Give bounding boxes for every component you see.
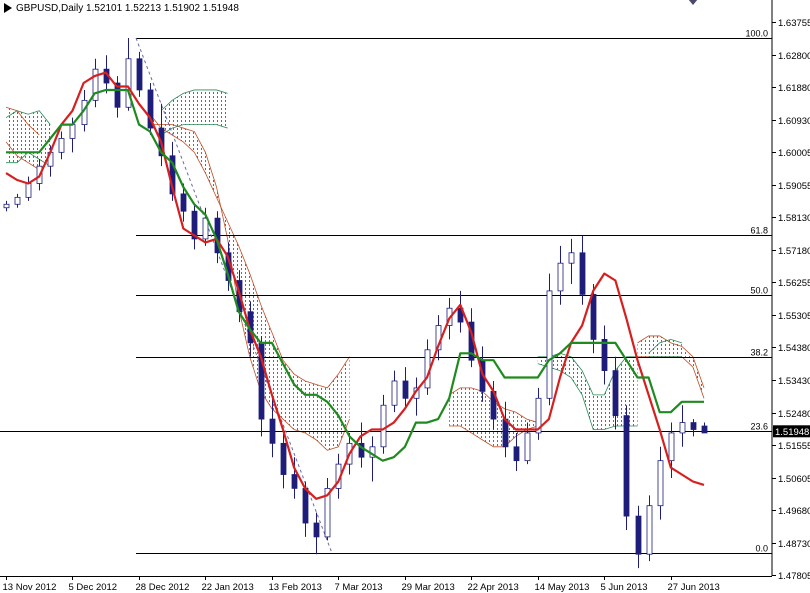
y-tick-label: 1.59055	[778, 181, 810, 192]
fib-level-label: 100.0	[745, 29, 768, 39]
candle-body-up	[25, 183, 32, 198]
x-tick-label: 14 May 2013	[535, 582, 590, 593]
candle-body-up	[646, 505, 653, 555]
fib-level-label: 0.0	[755, 544, 768, 554]
x-tick-label: 29 Mar 2013	[402, 582, 455, 593]
candle-body-up	[524, 432, 531, 462]
x-tick-label: 7 Mar 2013	[335, 582, 383, 593]
candle	[136, 51, 143, 97]
fib-level-label: 50.0	[750, 286, 768, 296]
candle-body-down	[280, 442, 287, 475]
candle-body-down	[269, 418, 276, 444]
y-tick-label: 1.63755	[778, 18, 810, 29]
current-price-label: 1.51948	[775, 427, 809, 438]
price-chart[interactable]: 100.0 61.8 50.0 38.2 23.6 0.0 1.63755 1.62800 1…	[0, 0, 810, 593]
y-tick-label: 1.60005	[778, 148, 810, 159]
candle-body-down	[502, 418, 509, 448]
candle-body-down	[513, 446, 520, 462]
x-tick-label: 13 Nov 2012	[3, 582, 57, 593]
candle-body-down	[579, 252, 586, 295]
x-tick-label: 27 Jun 2013	[668, 582, 720, 593]
y-tick-label: 1.49680	[778, 506, 810, 517]
fib-level-label: 23.6	[750, 422, 768, 432]
fib-level-label: 38.2	[750, 348, 768, 358]
y-tick-label: 1.52480	[778, 409, 810, 420]
y-tick-label: 1.47805	[778, 571, 810, 582]
candle-body-up	[58, 138, 65, 153]
x-tick-label: 28 Dec 2012	[136, 582, 190, 593]
y-tick-label: 1.58130	[778, 213, 810, 224]
candle-body-down	[302, 487, 309, 524]
y-tick-label: 1.50605	[778, 474, 810, 485]
y-tick-label: 1.56255	[778, 278, 810, 289]
candle-body-down	[313, 522, 320, 538]
candle-body-down	[623, 415, 630, 517]
candle-body-down	[701, 425, 708, 434]
x-tick-label: 5 Jun 2013	[601, 582, 648, 593]
candle-body-down	[180, 193, 187, 212]
y-tick-label: 1.57180	[778, 246, 810, 257]
candle	[546, 273, 553, 406]
x-tick-label: 22 Apr 2013	[468, 582, 519, 593]
y-tick-label: 1.55305	[778, 311, 810, 322]
candle-body-down	[136, 58, 143, 91]
candle-body-up	[391, 380, 398, 406]
candle-body-down	[590, 293, 597, 340]
candle-body-up	[14, 196, 21, 205]
ohlc-readout: 1.52101 1.52213 1.51902 1.51948	[86, 3, 239, 14]
fib-level-label: 61.8	[750, 226, 768, 236]
price-marker: 1.51948	[773, 425, 810, 438]
candle-body-up	[568, 252, 575, 264]
y-tick-label: 1.48730	[778, 539, 810, 550]
candle-body-down	[690, 422, 697, 430]
candle-body-up	[546, 290, 553, 399]
candle-body-down	[291, 474, 298, 489]
x-tick-label: 5 Dec 2012	[69, 582, 118, 593]
candle-body-up	[69, 124, 76, 139]
candle-body-down	[601, 339, 608, 371]
candle-body-down	[612, 370, 619, 417]
y-tick-label: 1.61880	[778, 83, 810, 94]
x-tick-label: 13 Feb 2013	[269, 582, 322, 593]
candle-body-down	[402, 380, 409, 399]
candle-body-down	[635, 515, 642, 555]
y-tick-label: 1.54380	[778, 343, 810, 354]
y-tick-label: 1.60930	[778, 116, 810, 127]
y-tick-label: 1.62800	[778, 51, 810, 62]
x-tick-label: 22 Jan 2013	[202, 582, 254, 593]
y-tick-label: 1.53430	[778, 376, 810, 387]
candle-body-up	[657, 460, 664, 507]
candle-body-up	[668, 432, 675, 462]
candle-body-up	[3, 203, 10, 209]
candle	[623, 405, 630, 530]
y-tick-label: 1.51555	[778, 441, 810, 452]
symbol-label: GBPUSD,Daily	[16, 3, 83, 14]
candle	[147, 83, 154, 135]
candle-body-up	[557, 262, 564, 292]
candle-body-up	[380, 404, 387, 448]
candle-body-up	[679, 422, 686, 434]
